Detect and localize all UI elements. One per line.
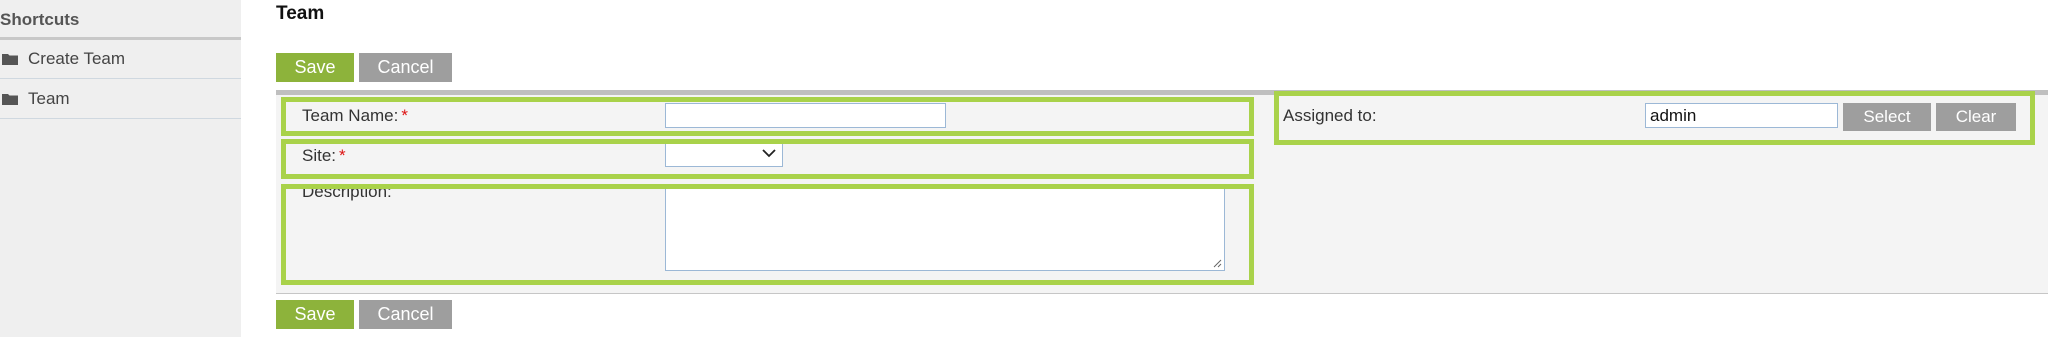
form-top-divider xyxy=(276,90,2048,95)
description-label: Description: xyxy=(302,182,392,201)
sidebar-item-team[interactable]: Team xyxy=(0,80,241,119)
sidebar-item-label: Create Team xyxy=(28,49,126,68)
site-label: Site: * xyxy=(302,146,346,166)
save-button-top[interactable]: Save xyxy=(276,53,354,82)
cancel-button-bottom[interactable]: Cancel xyxy=(359,300,452,329)
sidebar-title: Shortcuts xyxy=(0,10,80,29)
form-bottom-divider xyxy=(276,293,2048,294)
page-title: Team xyxy=(276,3,325,24)
assigned-to-label: Assigned to: xyxy=(1283,106,1377,125)
sidebar: Shortcuts Create Team Team xyxy=(0,0,241,337)
description-textarea[interactable] xyxy=(665,185,1225,271)
sidebar-item-label: Team xyxy=(28,89,70,108)
sidebar-item-create-team[interactable]: Create Team xyxy=(0,40,241,79)
folder-icon xyxy=(2,94,18,105)
site-select[interactable] xyxy=(665,143,783,167)
cancel-button-top[interactable]: Cancel xyxy=(359,53,452,82)
required-marker: * xyxy=(339,146,346,165)
required-marker: * xyxy=(401,106,408,125)
team-name-label-text: Team Name: xyxy=(302,106,399,125)
site-label-text: Site: xyxy=(302,146,337,165)
clear-button[interactable]: Clear xyxy=(1936,103,2016,131)
team-name-label: Team Name: * xyxy=(302,106,408,126)
select-button[interactable]: Select xyxy=(1843,103,1931,131)
chevron-down-icon xyxy=(762,149,776,158)
save-button-bottom[interactable]: Save xyxy=(276,300,354,329)
assigned-to-input[interactable] xyxy=(1645,103,1838,128)
team-name-input[interactable] xyxy=(665,103,946,128)
resize-grip-icon[interactable] xyxy=(1212,258,1222,268)
folder-icon xyxy=(2,54,18,65)
